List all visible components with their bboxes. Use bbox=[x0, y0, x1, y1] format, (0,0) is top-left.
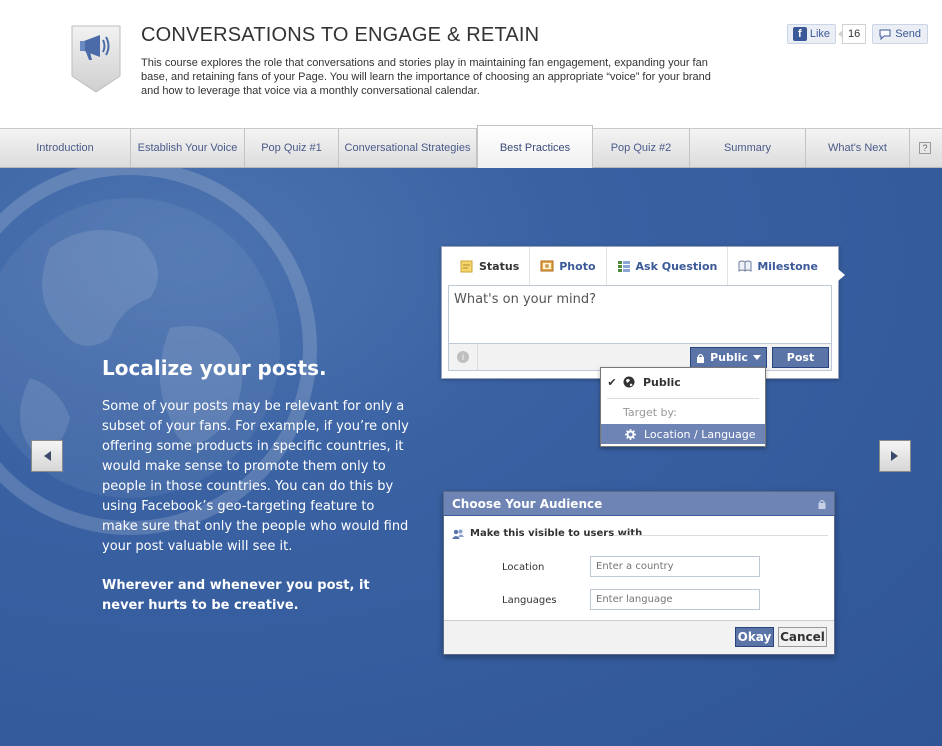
dialog-subtitle-text: Make this visible to users with bbox=[470, 528, 643, 539]
course-description: This course explores the role that conve… bbox=[141, 57, 711, 97]
privacy-selector-button[interactable]: Public bbox=[690, 347, 767, 368]
users-icon bbox=[452, 529, 464, 539]
lock-icon bbox=[697, 353, 705, 363]
course-badge bbox=[70, 24, 122, 94]
tab-pop-quiz-2[interactable]: Pop Quiz #2 bbox=[593, 129, 690, 167]
arrow-left-icon bbox=[44, 451, 51, 461]
location-pin-icon[interactable]: i bbox=[457, 351, 469, 363]
dropdown-item-location-language[interactable]: Location / Language bbox=[601, 424, 765, 444]
composer-tab-photo[interactable]: Photo bbox=[530, 247, 607, 285]
milestone-book-icon bbox=[738, 260, 752, 272]
composer-tab-status[interactable]: Status bbox=[450, 247, 531, 285]
dialog-subtitle: Make this visible to users with bbox=[452, 528, 642, 539]
languages-input[interactable] bbox=[590, 589, 760, 610]
facebook-icon: f bbox=[792, 27, 807, 41]
megaphone-icon bbox=[71, 25, 121, 93]
tab-whats-next[interactable]: What's Next bbox=[806, 129, 910, 167]
dropdown-target-label: Target by: bbox=[623, 406, 677, 419]
question-list-icon bbox=[617, 261, 630, 272]
dropdown-public-label: Public bbox=[643, 375, 681, 389]
photo-icon bbox=[540, 260, 554, 272]
languages-label: Languages bbox=[502, 595, 557, 606]
send-label: Send bbox=[895, 28, 921, 40]
course-title: CONVERSATIONS TO ENGAGE & RETAIN bbox=[141, 24, 540, 46]
composer-tab-ask-question[interactable]: Ask Question bbox=[607, 247, 729, 285]
help-button[interactable]: ? bbox=[910, 129, 940, 167]
help-icon: ? bbox=[919, 142, 931, 154]
composer-tab-milestone[interactable]: Milestone bbox=[728, 247, 828, 285]
send-button[interactable]: Send bbox=[872, 24, 928, 44]
location-input[interactable] bbox=[590, 556, 760, 577]
dialog-footer: Okay Cancel bbox=[444, 620, 834, 654]
lesson-stage: Localize your posts. Some of your posts … bbox=[0, 168, 942, 746]
tab-pop-quiz-1[interactable]: Pop Quiz #1 bbox=[245, 129, 339, 167]
dialog-title: Choose Your Audience bbox=[452, 496, 603, 511]
lesson-body: Some of your posts may be relevant for o… bbox=[102, 399, 409, 554]
dropdown-divider bbox=[607, 398, 759, 399]
privacy-dropdown-menu: ✔ Public Target by: Location / Language bbox=[600, 367, 766, 447]
tab-summary[interactable]: Summary bbox=[690, 129, 806, 167]
tab-best-practices[interactable]: Best Practices bbox=[477, 125, 593, 169]
like-button[interactable]: f Like bbox=[786, 24, 837, 44]
lock-icon bbox=[818, 499, 826, 509]
cancel-button[interactable]: Cancel bbox=[778, 627, 827, 647]
privacy-label: Public bbox=[710, 351, 748, 364]
status-pencil-icon bbox=[460, 260, 473, 273]
tab-introduction[interactable]: Introduction bbox=[0, 129, 131, 167]
dropdown-item-public[interactable]: ✔ Public bbox=[601, 372, 765, 392]
composer-tab-label: Status bbox=[479, 259, 520, 273]
dialog-divider bbox=[614, 535, 828, 536]
status-composer: Status Photo Ask Question Milestone What… bbox=[441, 246, 845, 379]
course-tabs: Introduction Establish Your Voice Pop Qu… bbox=[0, 125, 942, 169]
globe-icon bbox=[623, 376, 635, 388]
previous-slide-button[interactable] bbox=[31, 440, 63, 472]
tab-establish-your-voice[interactable]: Establish Your Voice bbox=[131, 129, 245, 167]
location-label: Location bbox=[502, 562, 545, 573]
chevron-down-icon bbox=[752, 355, 761, 360]
toolbar-divider bbox=[477, 344, 478, 370]
lesson-closing: Wherever and whenever you post, it never… bbox=[102, 578, 370, 613]
like-count: 16 bbox=[838, 24, 867, 44]
checkmark-icon: ✔ bbox=[607, 375, 617, 389]
composer-tabs: Status Photo Ask Question Milestone bbox=[442, 247, 838, 285]
lesson-heading: Localize your posts. bbox=[102, 356, 327, 380]
status-input[interactable]: What's on your mind? bbox=[448, 285, 832, 343]
arrow-right-icon bbox=[891, 451, 898, 461]
composer-tab-label: Milestone bbox=[757, 259, 818, 273]
speech-bubble-icon bbox=[879, 29, 891, 40]
composer-tab-label: Photo bbox=[559, 259, 596, 273]
next-slide-button[interactable] bbox=[879, 440, 911, 472]
course-header: CONVERSATIONS TO ENGAGE & RETAIN This co… bbox=[0, 0, 942, 128]
dialog-header: Choose Your Audience bbox=[444, 492, 834, 516]
choose-audience-dialog: Choose Your Audience Make this visible t… bbox=[443, 491, 835, 655]
okay-button[interactable]: Okay bbox=[735, 627, 774, 647]
gear-icon bbox=[625, 428, 636, 440]
dropdown-location-label: Location / Language bbox=[644, 427, 756, 441]
like-label: Like bbox=[809, 28, 831, 40]
tab-conversational-strategies[interactable]: Conversational Strategies bbox=[339, 129, 477, 167]
post-button[interactable]: Post bbox=[772, 347, 829, 368]
composer-tab-label: Ask Question bbox=[635, 259, 718, 273]
social-buttons: f Like 16 Send bbox=[786, 24, 928, 44]
